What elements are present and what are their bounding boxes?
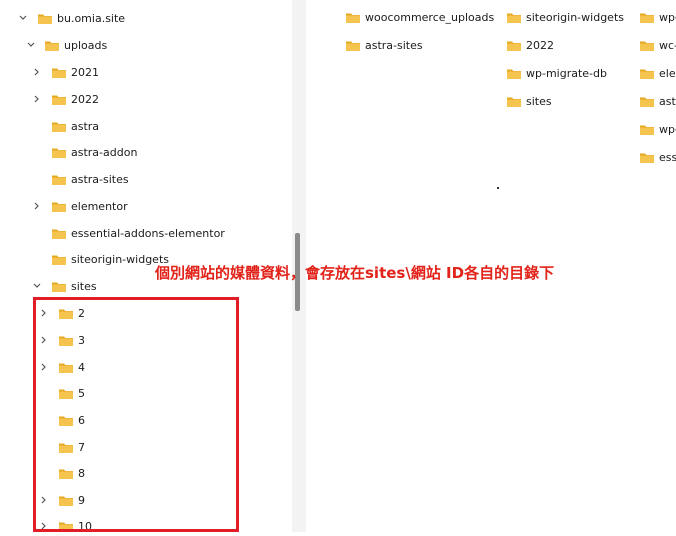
- folder-icon: [52, 229, 66, 239]
- content-folder-label: wp-migrate-db: [526, 66, 607, 80]
- tree-item-label: 2021: [71, 65, 99, 79]
- content-folder-sites[interactable]: sites: [507, 92, 552, 110]
- folder-icon: [52, 175, 66, 185]
- folder-icon: [507, 41, 521, 51]
- folder-icon: [38, 14, 52, 24]
- folder-icon: [507, 13, 521, 23]
- tree-item-label: essential-addons-elementor: [71, 226, 225, 240]
- folder-icon: [52, 68, 66, 78]
- content-folder-label: astra-sites: [365, 38, 423, 52]
- annotation-text: 個別網站的媒體資料，會存放在sites\網站 ID各自的目錄下: [155, 264, 555, 282]
- folder-icon: [52, 148, 66, 158]
- tree-item-label: astra-sites: [71, 172, 129, 186]
- content-folder-2022[interactable]: 2022: [507, 36, 554, 54]
- tree-item-label: astra: [71, 119, 100, 133]
- content-folder-label: 2022: [526, 38, 554, 52]
- tree-item-label: bu.omia.site: [57, 11, 126, 25]
- folder-icon: [52, 202, 66, 212]
- folder-icon: [640, 153, 654, 163]
- folder-icon: [52, 95, 66, 105]
- content-folder-label: wpco: [659, 10, 676, 24]
- content-folder-label: esse: [659, 150, 676, 164]
- content-folder-siteorigin-widgets[interactable]: siteorigin-widgets: [507, 8, 624, 26]
- chevron-right-icon[interactable]: [32, 201, 42, 211]
- content-folder-label: woocommerce_uploads: [365, 10, 495, 24]
- content-folder-wc-lo[interactable]: wc-lo: [640, 36, 676, 54]
- tree-item-label: sites: [71, 279, 97, 293]
- folder-icon: [507, 97, 521, 107]
- content-folder-label: astra: [659, 94, 676, 108]
- content-folder-astra-sites[interactable]: astra-sites: [346, 36, 423, 54]
- folder-icon: [52, 255, 66, 265]
- folder-icon: [640, 13, 654, 23]
- content-folder-label: wc-lo: [659, 38, 676, 52]
- chevron-right-icon[interactable]: [32, 67, 42, 77]
- tree-item-label: astra-addon: [71, 145, 138, 159]
- content-folder-wpco[interactable]: wpco: [640, 8, 676, 26]
- content-folder-wp-migrate-db[interactable]: wp-migrate-db: [507, 64, 607, 82]
- chevron-down-icon[interactable]: [18, 13, 28, 23]
- content-folder-woocommerce-uploads[interactable]: woocommerce_uploads: [346, 8, 494, 26]
- content-folder-esse[interactable]: esse: [640, 148, 676, 166]
- content-folder-elem[interactable]: elem: [640, 64, 676, 82]
- content-folder-label: elem: [659, 66, 676, 80]
- folder-icon: [507, 69, 521, 79]
- tree-item-label: elementor: [71, 199, 128, 213]
- tree-item-label: uploads: [64, 38, 108, 52]
- folder-icon: [640, 69, 654, 79]
- folder-icon: [52, 122, 66, 132]
- folder-icon: [346, 41, 360, 51]
- content-folder-label: wpen: [659, 122, 676, 136]
- highlight-box: [33, 297, 239, 532]
- folder-icon: [640, 125, 654, 135]
- folder-icon: [346, 13, 360, 23]
- content-folder-label: sites: [526, 94, 552, 108]
- content-folder-astra[interactable]: astra: [640, 92, 676, 110]
- content-folder-label: siteorigin-widgets: [526, 10, 624, 24]
- tree-item-label: 2022: [71, 92, 99, 106]
- content-folder-wpen[interactable]: wpen: [640, 120, 676, 138]
- folder-icon: [52, 282, 66, 292]
- chevron-down-icon[interactable]: [32, 281, 42, 291]
- chevron-down-icon[interactable]: [26, 40, 36, 50]
- folder-icon: [640, 97, 654, 107]
- folder-icon: [45, 41, 59, 51]
- stray-dot: [497, 187, 499, 189]
- folder-icon: [640, 41, 654, 51]
- chevron-right-icon[interactable]: [32, 94, 42, 104]
